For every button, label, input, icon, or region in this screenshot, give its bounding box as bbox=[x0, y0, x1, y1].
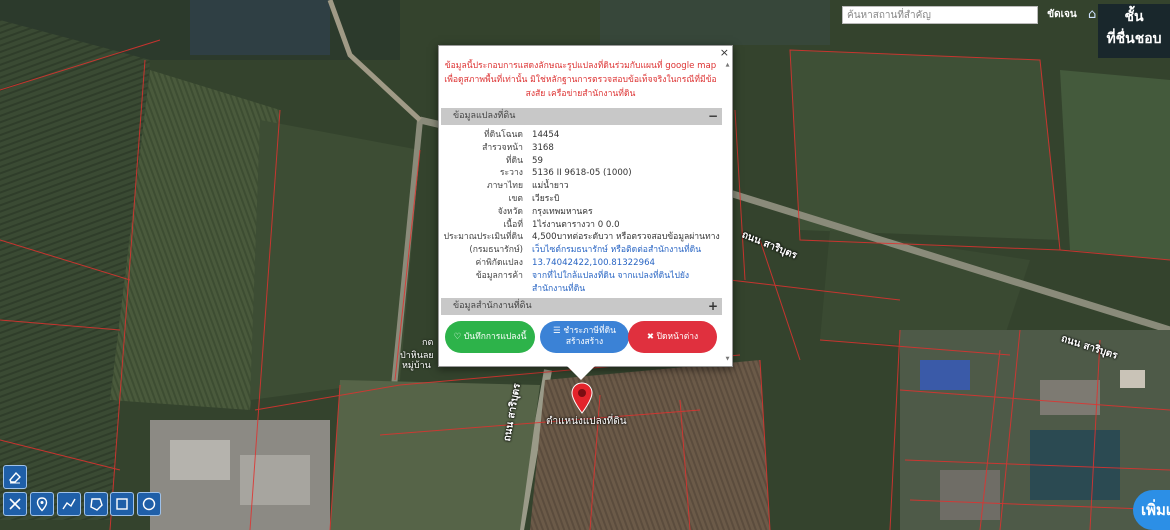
info-row: (กรมธนารักษ์) เว็บไซต์กรมธนารักษ์ หรือติด… bbox=[441, 244, 722, 257]
eraser-icon[interactable] bbox=[3, 465, 27, 489]
layers-panel[interactable]: ชั้น ที่ชื่นชอบ bbox=[1098, 4, 1170, 58]
info-row: ที่ดินโฉนด 14454 bbox=[441, 129, 722, 142]
pay-land-tax-button[interactable]: ☰ ชำระภาษีที่ดิน สร้างสร้าง bbox=[540, 321, 629, 353]
rectangle-icon[interactable] bbox=[110, 492, 134, 516]
info-label: ระวาง bbox=[499, 168, 523, 179]
info-row: ข้อมูลการค้า จากที่ไปใกล้แปลงที่ดิน จากแป… bbox=[441, 270, 722, 283]
collapse-icon[interactable]: − bbox=[708, 108, 718, 125]
favorites-title: ที่ชื่นชอบ bbox=[1106, 31, 1162, 47]
search-input[interactable] bbox=[842, 6, 1038, 24]
popup-scrollbar[interactable]: ▲ ▼ bbox=[724, 62, 731, 362]
section-land-office[interactable]: ข้อมูลสำนักงานที่ดิน + bbox=[441, 298, 722, 316]
info-row: ค่าพิกัดแปลง 13.74042422,100.81322964 bbox=[441, 257, 722, 270]
info-label: ประมาณประเมินที่ดิน bbox=[443, 232, 523, 243]
info-row: ระวาง 5136 II 9618-05 (1000) bbox=[441, 167, 722, 180]
scroll-up-icon[interactable]: ▲ bbox=[724, 62, 731, 68]
info-label: จังหวัด bbox=[497, 206, 523, 217]
info-value: 4,500บาทต่อระดับวา หรือตรวจสอบข้อมูลผ่าน… bbox=[532, 232, 720, 243]
parcel-info-popup: × ข้อมูลนี้ประกอบการแสดงลักษณะรูปแปลงที่… bbox=[438, 45, 733, 380]
pin-icon[interactable] bbox=[30, 492, 54, 516]
disclaimer-text: ข้อมูลนี้ประกอบการแสดงลักษณะรูปแปลงที่ดิ… bbox=[444, 61, 717, 99]
info-value: เวียระบิ bbox=[532, 193, 560, 204]
section-land-office-title: ข้อมูลสำนักงานที่ดิน bbox=[453, 301, 532, 312]
marker-label: ตำแหน่งแปลงที่ดิน bbox=[546, 416, 627, 427]
info-value: กรุงเทพมหานคร bbox=[532, 206, 593, 217]
popup-actions: ♡ บันทึกการแปลงนี้ ☰ ชำระภาษีที่ดิน สร้า… bbox=[443, 321, 723, 355]
info-label: ภาษาไทย bbox=[486, 181, 523, 192]
info-row: เขต เวียระบิ bbox=[441, 193, 722, 206]
map-label-3: กต bbox=[422, 338, 434, 348]
info-label: (กรมธนารักษ์) bbox=[469, 245, 523, 256]
info-label: ที่ดิน bbox=[505, 155, 523, 166]
info-row: เนื้อที่ 1ไร่งานตารางวา 0 0.0 bbox=[441, 219, 722, 232]
info-value[interactable]: 13.74042422,100.81322964 bbox=[532, 257, 722, 270]
info-row: สำรวจหน้า 3168 bbox=[441, 142, 722, 155]
info-value[interactable]: สำนักงานที่ดิน bbox=[532, 283, 722, 296]
close-icon[interactable]: × bbox=[720, 46, 729, 59]
info-label: เขต bbox=[508, 193, 523, 204]
layers-title: ชั้น bbox=[1124, 9, 1144, 25]
expand-icon[interactable]: + bbox=[708, 298, 718, 315]
polyline-icon[interactable] bbox=[57, 492, 81, 516]
scroll-down-icon[interactable]: ▼ bbox=[724, 356, 731, 362]
ruler-icon[interactable] bbox=[3, 492, 27, 516]
info-label: เนื้อที่ bbox=[503, 219, 523, 230]
info-label: สำรวจหน้า bbox=[482, 142, 523, 153]
info-value: 1ไร่งานตารางวา 0 0.0 bbox=[532, 219, 620, 230]
polygon-icon[interactable] bbox=[84, 492, 108, 516]
info-row: สำนักงานที่ดิน bbox=[441, 283, 722, 296]
info-label bbox=[441, 283, 532, 296]
info-value: 59 bbox=[532, 155, 543, 166]
info-row: ประมาณประเมินที่ดิน 4,500บาทต่อระดับวา หร… bbox=[441, 231, 722, 244]
info-value[interactable]: จากที่ไปใกล้แปลงที่ดิน จากแปลงที่ดินไปยั… bbox=[532, 270, 722, 283]
add-button[interactable]: เพิ่มเ bbox=[1133, 490, 1170, 530]
parcel-info-table: ที่ดินโฉนด 14454 สำรวจหน้า 3168 ที่ดิน 59 ระวา… bbox=[441, 129, 722, 295]
info-row: ภาษาไทย แม่น้ำยาว bbox=[441, 180, 722, 193]
info-label: ที่ดินโฉนด bbox=[483, 130, 523, 140]
circle-icon[interactable] bbox=[137, 492, 161, 516]
info-value: 5136 II 9618-05 (1000) bbox=[532, 168, 632, 179]
info-row: ที่ดิน 59 bbox=[441, 155, 722, 168]
map-label-2: หมู่บ้าน bbox=[402, 361, 431, 371]
info-value[interactable]: เว็บไซต์กรมธนารักษ์ หรือติดต่อสำนักงานที… bbox=[532, 244, 722, 257]
search-clear-button[interactable]: ขัดเจน bbox=[1040, 4, 1084, 26]
info-value: 14454 bbox=[532, 130, 560, 140]
info-value: แม่น้ำยาว bbox=[532, 181, 569, 192]
info-label: ข้อมูลการค้า bbox=[475, 270, 523, 281]
save-parcel-button[interactable]: ♡ บันทึกการแปลงนี้ bbox=[445, 321, 535, 353]
section-parcel-info-title: ข้อมูลแปลงที่ดิน bbox=[453, 111, 516, 121]
section-parcel-info[interactable]: ข้อมูลแปลงที่ดิน − bbox=[441, 108, 722, 125]
close-window-button[interactable]: ✖ ปิดหน้าต่าง bbox=[628, 321, 717, 353]
location-pin-icon[interactable] bbox=[571, 382, 593, 414]
info-value: 3168 bbox=[532, 142, 554, 153]
info-row: จังหวัด กรุงเทพมหานคร bbox=[441, 206, 722, 219]
info-label: ค่าพิกัดแปลง bbox=[475, 257, 523, 268]
